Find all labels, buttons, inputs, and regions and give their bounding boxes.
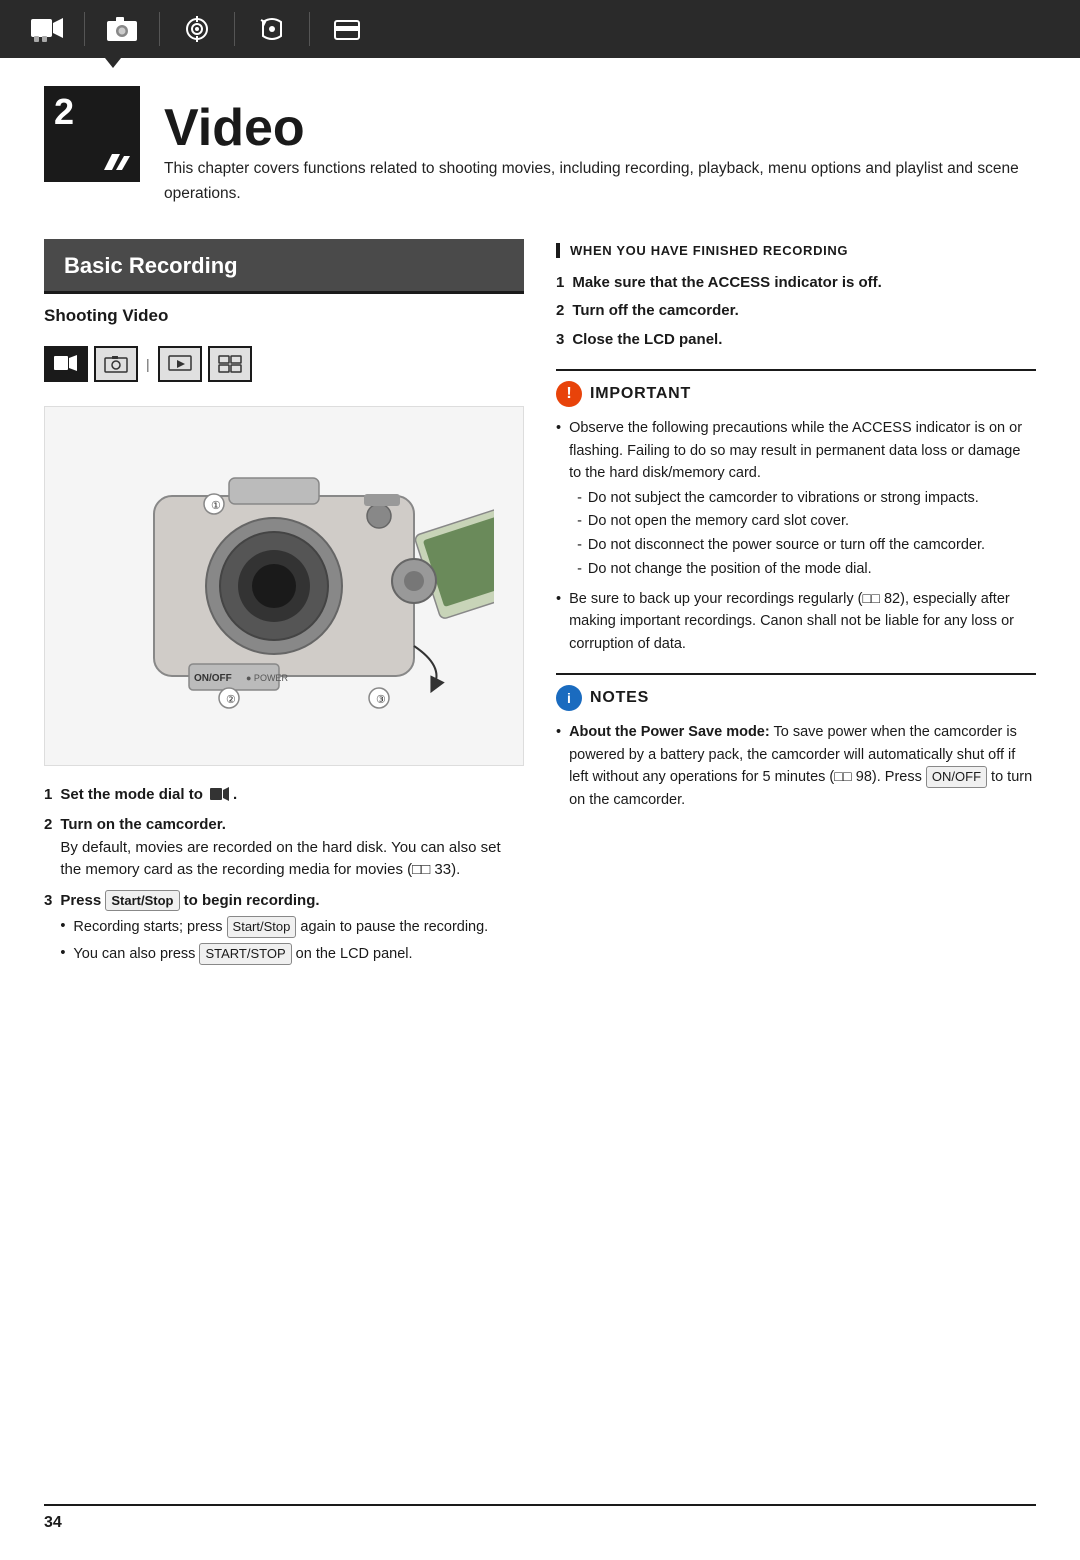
playback-mode-box[interactable] [158, 346, 202, 382]
step-3: 3 Press Start/Stop to begin recording. •… [44, 890, 524, 970]
chapter-title: Video [164, 94, 1036, 157]
steps-list: 1 Set the mode dial to . 2 Turn on the c… [44, 784, 524, 970]
step-1: 1 Set the mode dial to . [44, 784, 524, 807]
important-box: ! Important • Observe the following prec… [556, 369, 1036, 655]
chapter-header: 2 Video This chapter covers functions re… [44, 86, 1036, 207]
finished-step-2-text: Turn off the camcorder. [572, 300, 738, 323]
card-icon[interactable] [328, 10, 366, 48]
finished-step-1-text: Make sure that the ACCESS indicator is o… [572, 272, 882, 295]
chapter-description: This chapter covers functions related to… [164, 157, 1036, 207]
notes-icon: i [556, 685, 582, 711]
main-content: 2 Video This chapter covers functions re… [0, 58, 1080, 1006]
rotate-icon[interactable] [253, 10, 291, 48]
chapter-badge: 2 [44, 86, 140, 182]
mode-icons-row: | [44, 340, 524, 388]
startstop-btn-label: Start/Stop [105, 890, 179, 912]
important-bullets: • Observe the following precautions whil… [556, 417, 1036, 655]
subsection-heading: Shooting Video [44, 306, 524, 326]
step-2-detail: By default, movies are recorded on the h… [60, 839, 500, 879]
section-title: Basic Recording [64, 253, 504, 279]
svg-text:ON/OFF: ON/OFF [194, 673, 232, 684]
svg-text:②: ② [226, 694, 236, 706]
target-icon[interactable] [178, 10, 216, 48]
svg-text:● POWER: ● POWER [246, 673, 288, 683]
thick-divider [44, 291, 524, 294]
important-title: Important [590, 385, 691, 403]
svg-text:①: ① [211, 500, 221, 512]
finished-step-3: 3 Close the LCD panel. [556, 329, 1036, 352]
sub-dash-4: - Do not change the position of the mode… [569, 559, 1036, 581]
nav-divider-4 [309, 12, 310, 46]
step-2-bold: Turn on the camcorder. [60, 816, 226, 833]
important-bullet-2: • Be sure to back up your recordings reg… [556, 588, 1036, 655]
notes-bullets: • About the Power Save mode: To save pow… [556, 721, 1036, 811]
nav-divider-3 [234, 12, 235, 46]
step-2: 2 Turn on the camcorder. By default, mov… [44, 814, 524, 882]
nav-divider-1 [84, 12, 85, 46]
onoff-btn-label: ON/OFF [926, 766, 987, 788]
important-bullet-1: • Observe the following precautions whil… [556, 417, 1036, 582]
important-header: ! Important [556, 381, 1036, 407]
photo-mode-icon[interactable] [103, 10, 141, 48]
when-finished-heading: When You Have Finished Recording [556, 243, 1036, 258]
nav-divider-2 [159, 12, 160, 46]
badge-icons [102, 152, 130, 174]
top-nav [0, 0, 1080, 58]
sub-dash-3: - Do not disconnect the power source or … [569, 535, 1036, 557]
step-3-bullet-2: • You can also press START/STOP on the L… [60, 943, 524, 966]
finished-step-1: 1 Make sure that the ACCESS indicator is… [556, 272, 1036, 295]
start-stop-caps-btn: START/STOP [199, 943, 291, 965]
important-icon: ! [556, 381, 582, 407]
right-column: When You Have Finished Recording 1 Make … [556, 239, 1036, 978]
page-number: 34 [44, 1514, 62, 1532]
notes-bullet-1: • About the Power Save mode: To save pow… [556, 721, 1036, 811]
step-3-bullet-1: • Recording starts; press Start/Stop aga… [60, 916, 524, 939]
mode-separator-1: | [146, 356, 150, 372]
notes-box: i Notes • About the Power Save mode: To … [556, 673, 1036, 811]
chapter-desc: Video This chapter covers functions rela… [164, 86, 1036, 207]
video-mode-icon[interactable] [28, 10, 66, 48]
svg-text:③: ③ [376, 694, 386, 706]
finished-step-2: 2 Turn off the camcorder. [556, 300, 1036, 323]
startstop-btn-label-2: Start/Stop [227, 916, 297, 938]
camera-diagram: ON/OFF ● POWER ① ② ③ [44, 406, 524, 766]
left-column: Basic Recording Shooting Video [44, 239, 524, 978]
step-3-bullets: • Recording starts; press Start/Stop aga… [60, 916, 524, 966]
notes-header: i Notes [556, 685, 1036, 711]
photo-mode-box[interactable] [94, 346, 138, 382]
nav-arrow-down [105, 58, 121, 68]
finished-steps: 1 Make sure that the ACCESS indicator is… [556, 272, 1036, 352]
two-col-layout: Basic Recording Shooting Video [44, 239, 1036, 978]
sub-dash-2: - Do not open the memory card slot cover… [569, 511, 1036, 533]
finished-step-3-text: Close the LCD panel. [572, 329, 722, 352]
important-sub-list: - Do not subject the camcorder to vibrat… [569, 488, 1036, 581]
sub-dash-1: - Do not subject the camcorder to vibrat… [569, 488, 1036, 510]
notes-title: Notes [590, 689, 649, 707]
page-footer: 34 [44, 1504, 1036, 1532]
video-mode-box[interactable] [44, 346, 88, 382]
chapter-number: 2 [54, 94, 74, 130]
section-title-box: Basic Recording [44, 239, 524, 291]
browse-mode-box[interactable] [208, 346, 252, 382]
